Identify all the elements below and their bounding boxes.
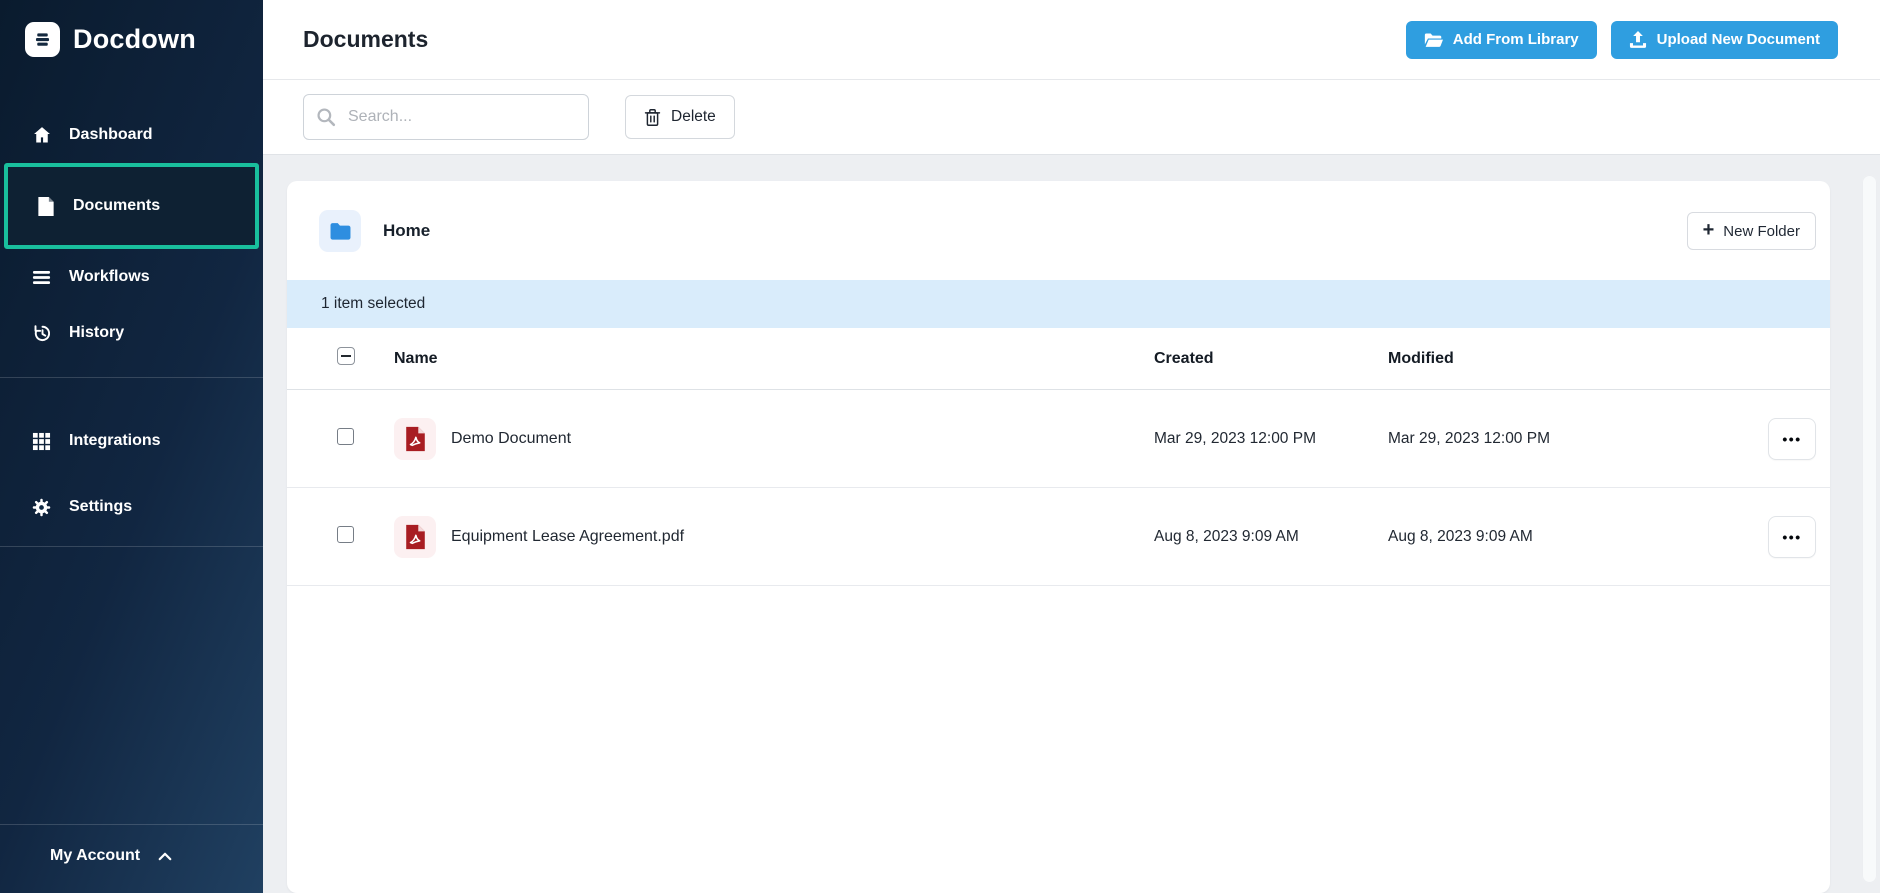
trash-icon <box>644 108 661 127</box>
new-folder-button[interactable]: + New Folder <box>1686 212 1816 250</box>
header-actions: Add From Library Upload New Document <box>1405 20 1838 59</box>
selection-status-text: 1 item selected <box>321 295 426 312</box>
search-box <box>303 94 589 140</box>
modified-date: Mar 29, 2023 12:00 PM <box>1388 429 1550 447</box>
search-icon <box>316 107 336 127</box>
row-checkbox[interactable] <box>337 525 354 543</box>
current-folder-name: Home <box>383 221 431 240</box>
pdf-file-icon <box>394 515 436 558</box>
row-actions-button[interactable]: ••• <box>1768 515 1816 558</box>
folder-icon <box>319 210 361 252</box>
app-root: Docdown Dashboard Documents Workflows Hi… <box>0 0 1880 893</box>
created-date: Aug 8, 2023 9:09 AM <box>1154 527 1299 545</box>
page-title: Documents <box>303 26 429 52</box>
document-name[interactable]: Equipment Lease Agreement.pdf <box>451 528 1154 546</box>
sidebar-item-settings[interactable]: Settings <box>0 474 263 540</box>
main-area: Documents Add From Library Upload New Do… <box>263 0 1880 893</box>
list-icon <box>31 267 52 288</box>
sidebar-item-label: History <box>69 324 125 341</box>
sidebar-nav: Dashboard Documents Workflows History In… <box>0 107 263 547</box>
docdown-logo-icon <box>25 22 60 57</box>
row-checkbox[interactable] <box>337 427 354 445</box>
home-icon <box>31 125 52 146</box>
panel-header: Home + New Folder <box>287 181 1830 280</box>
document-icon <box>35 196 56 217</box>
content-area: Home + New Folder 1 item selected Name C… <box>263 155 1880 893</box>
sidebar-divider <box>0 377 263 378</box>
my-account-label: My Account <box>50 847 141 864</box>
sidebar-item-label: Workflows <box>69 268 150 285</box>
column-header-name[interactable]: Name <box>394 350 1154 368</box>
app-logo[interactable]: Docdown <box>0 0 263 57</box>
delete-button-label: Delete <box>671 108 716 125</box>
select-all-checkbox[interactable] <box>337 347 355 365</box>
active-item-highlight: Documents <box>4 163 259 249</box>
column-header-modified[interactable]: Modified <box>1388 350 1768 368</box>
row-actions-button[interactable]: ••• <box>1768 417 1816 460</box>
toolbar: Delete <box>263 80 1880 155</box>
ellipsis-icon: ••• <box>1782 528 1802 545</box>
created-date: Mar 29, 2023 12:00 PM <box>1154 429 1316 447</box>
modified-date: Aug 8, 2023 9:09 AM <box>1388 527 1533 545</box>
scrollbar[interactable] <box>1862 175 1877 883</box>
search-input[interactable] <box>303 94 589 140</box>
gear-icon <box>31 497 52 518</box>
sidebar-item-label: Dashboard <box>69 126 153 143</box>
pdf-file-icon <box>394 417 436 460</box>
sidebar-item-label: Settings <box>69 498 133 515</box>
ellipsis-icon: ••• <box>1782 430 1802 447</box>
history-icon <box>31 323 52 344</box>
page-header: Documents Add From Library Upload New Do… <box>263 0 1880 80</box>
sidebar-item-history[interactable]: History <box>0 305 263 361</box>
table-row[interactable]: Equipment Lease Agreement.pdf Aug 8, 202… <box>287 488 1830 586</box>
table-row[interactable]: Demo Document Mar 29, 2023 12:00 PM Mar … <box>287 390 1830 488</box>
sidebar-item-documents[interactable]: Documents <box>8 167 255 245</box>
sidebar-divider <box>0 546 263 547</box>
breadcrumb[interactable]: Home <box>319 210 430 252</box>
column-header-created[interactable]: Created <box>1154 350 1388 368</box>
plus-icon: + <box>1702 219 1715 241</box>
add-from-library-label: Add From Library <box>1452 31 1579 48</box>
add-from-library-button[interactable]: Add From Library <box>1405 20 1597 59</box>
folder-open-icon <box>1424 32 1443 48</box>
sidebar-item-label: Integrations <box>69 432 161 449</box>
delete-button[interactable]: Delete <box>625 95 735 139</box>
document-name[interactable]: Demo Document <box>451 430 1154 448</box>
upload-new-document-label: Upload New Document <box>1656 31 1820 48</box>
sidebar: Docdown Dashboard Documents Workflows Hi… <box>0 0 263 893</box>
sidebar-item-integrations[interactable]: Integrations <box>0 408 263 474</box>
table-header-row: Name Created Modified <box>287 328 1830 390</box>
sidebar-item-dashboard[interactable]: Dashboard <box>0 107 263 163</box>
sidebar-item-label: Documents <box>73 197 161 214</box>
my-account-button[interactable]: My Account <box>0 824 263 893</box>
upload-new-document-button[interactable]: Upload New Document <box>1610 20 1838 59</box>
selection-status-bar: 1 item selected <box>287 280 1830 328</box>
grid-icon <box>31 431 52 452</box>
app-name: Docdown <box>73 24 196 54</box>
chevron-up-icon <box>158 852 172 861</box>
documents-panel: Home + New Folder 1 item selected Name C… <box>287 181 1830 893</box>
sidebar-item-workflows[interactable]: Workflows <box>0 249 263 305</box>
new-folder-label: New Folder <box>1723 222 1800 240</box>
upload-icon <box>1629 31 1647 48</box>
